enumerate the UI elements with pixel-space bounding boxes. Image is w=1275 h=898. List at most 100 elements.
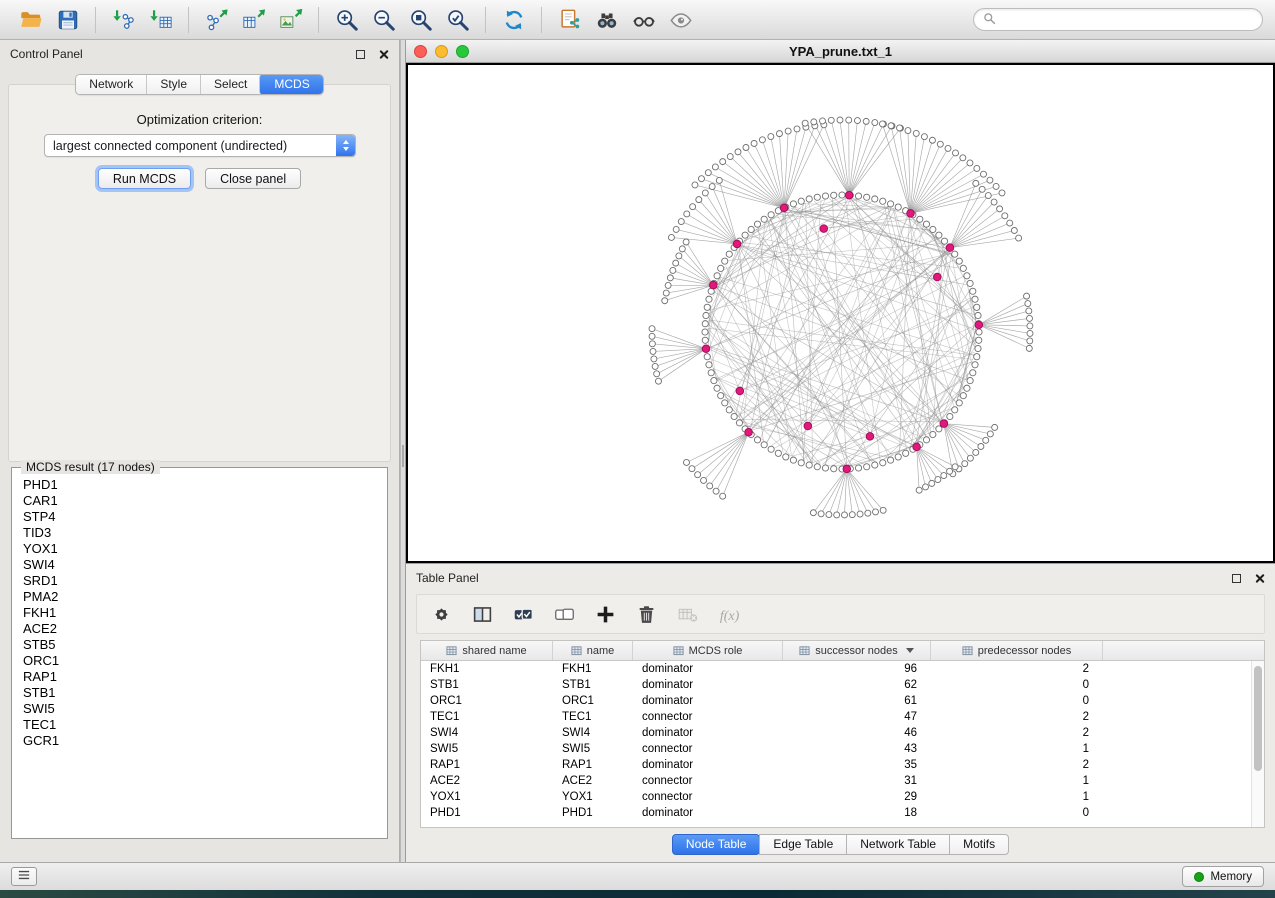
table-row[interactable]: ACE2ACE2connector311 [421, 773, 1251, 789]
tab-network[interactable]: Network [76, 75, 146, 94]
criterion-dropdown[interactable]: largest connected component (undirected) [44, 134, 356, 157]
column-menu-caret-icon[interactable] [906, 648, 914, 653]
cell-successor-nodes: 61 [783, 695, 931, 707]
close-panel-button[interactable]: Close panel [205, 168, 301, 189]
window-maximize-dot[interactable] [456, 45, 469, 58]
cell-MCDS-role: dominator [633, 663, 783, 675]
scrollbar-thumb[interactable] [1254, 666, 1262, 771]
result-node-item[interactable]: TID3 [23, 525, 387, 541]
tab-network-table[interactable]: Network Table [846, 834, 950, 855]
select-all-button[interactable] [513, 604, 534, 625]
result-node-item[interactable]: SWI5 [23, 701, 387, 717]
zoom-fit-button[interactable] [402, 4, 439, 36]
hide-details-button[interactable] [625, 4, 662, 36]
table-row[interactable]: TEC1TEC1connector472 [421, 709, 1251, 725]
result-node-item[interactable]: PHD1 [23, 477, 387, 493]
unselect-all-button[interactable] [554, 604, 575, 625]
find-button[interactable] [588, 4, 625, 36]
delete-row-icon [636, 604, 657, 625]
export-table-button[interactable] [235, 4, 272, 36]
show-columns-icon [472, 604, 493, 625]
column-label: name [587, 645, 615, 657]
result-node-item[interactable]: ACE2 [23, 621, 387, 637]
cell-successor-nodes: 18 [783, 807, 931, 819]
table-row[interactable]: SWI5SWI5connector431 [421, 741, 1251, 757]
network-canvas[interactable] [406, 63, 1275, 563]
run-mcds-button[interactable]: Run MCDS [98, 168, 191, 189]
result-node-item[interactable]: CAR1 [23, 493, 387, 509]
table-row[interactable]: STB1STB1dominator620 [421, 677, 1251, 693]
table-row[interactable]: FKH1FKH1dominator962 [421, 661, 1251, 677]
float-table-panel-icon[interactable] [1232, 574, 1241, 583]
task-list-button[interactable] [11, 867, 37, 886]
tab-style[interactable]: Style [146, 75, 200, 94]
tab-select[interactable]: Select [200, 75, 260, 94]
cell-name: FKH1 [553, 663, 633, 675]
result-node-item[interactable]: PMA2 [23, 589, 387, 605]
result-node-item[interactable]: STB1 [23, 685, 387, 701]
refresh-button[interactable] [495, 4, 532, 36]
toolbar-button-groups [12, 4, 699, 36]
result-node-item[interactable]: YOX1 [23, 541, 387, 557]
export-image-button[interactable] [272, 4, 309, 36]
zoom-selected-button[interactable] [439, 4, 476, 36]
export-network-button[interactable] [198, 4, 235, 36]
add-row-button[interactable] [595, 604, 616, 625]
result-node-item[interactable]: RAP1 [23, 669, 387, 685]
window-close-dot[interactable] [414, 45, 427, 58]
column-label: successor nodes [815, 645, 898, 657]
settings-gear-button[interactable] [431, 604, 452, 625]
tab-node-table[interactable]: Node Table [672, 834, 761, 855]
table-row[interactable]: YOX1YOX1connector291 [421, 789, 1251, 805]
node-table: shared name name MCDS role successor nodes p… [420, 640, 1265, 828]
delete-table-button[interactable] [677, 604, 698, 625]
open-folder-button[interactable] [12, 4, 49, 36]
zoom-in-button[interactable] [328, 4, 365, 36]
tab-mcds[interactable]: MCDS [259, 74, 323, 95]
table-row[interactable]: ORC1ORC1dominator610 [421, 693, 1251, 709]
result-node-item[interactable]: FKH1 [23, 605, 387, 621]
tab-edge-table[interactable]: Edge Table [759, 834, 847, 855]
column-header-predecessor-nodes[interactable]: predecessor nodes [931, 641, 1103, 660]
cell-shared-name: PHD1 [421, 807, 553, 819]
cell-shared-name: RAP1 [421, 759, 553, 771]
table-row[interactable]: RAP1RAP1dominator352 [421, 757, 1251, 773]
save-button[interactable] [49, 4, 86, 36]
import-table-button[interactable] [142, 4, 179, 36]
import-network-button[interactable] [105, 4, 142, 36]
toolbar-group [105, 4, 179, 36]
share-document-button[interactable] [551, 4, 588, 36]
delete-table-icon [677, 604, 698, 625]
zoom-out-button[interactable] [365, 4, 402, 36]
splitter-grip-icon [402, 445, 404, 467]
table-row[interactable]: PHD1PHD1dominator180 [421, 805, 1251, 821]
column-header-shared-name[interactable]: shared name [421, 641, 553, 660]
column-header-successor-nodes[interactable]: successor nodes [783, 641, 931, 660]
show-details-button[interactable] [662, 4, 699, 36]
result-node-item[interactable]: GCR1 [23, 733, 387, 749]
column-label: predecessor nodes [978, 645, 1072, 657]
result-node-item[interactable]: ORC1 [23, 653, 387, 669]
result-node-item[interactable]: SRD1 [23, 573, 387, 589]
window-minimize-dot[interactable] [435, 45, 448, 58]
table-scrollbar[interactable] [1251, 661, 1264, 827]
column-header-MCDS-role[interactable]: MCDS role [633, 641, 783, 660]
result-node-item[interactable]: TEC1 [23, 717, 387, 733]
global-search[interactable] [973, 8, 1263, 31]
table-row[interactable]: SWI4SWI4dominator462 [421, 725, 1251, 741]
search-input[interactable] [1001, 13, 1253, 27]
function-builder-button[interactable]: f(x) [718, 604, 748, 625]
close-panel-icon[interactable] [378, 49, 389, 60]
result-node-item[interactable]: STB5 [23, 637, 387, 653]
memory-button[interactable]: Memory [1182, 866, 1264, 887]
result-node-item[interactable]: STP4 [23, 509, 387, 525]
hide-details-icon [632, 8, 656, 32]
show-columns-button[interactable] [472, 604, 493, 625]
float-panel-icon[interactable] [356, 50, 365, 59]
cell-MCDS-role: connector [633, 791, 783, 803]
close-table-panel-icon[interactable] [1254, 573, 1265, 584]
result-node-item[interactable]: SWI4 [23, 557, 387, 573]
tab-motifs[interactable]: Motifs [949, 834, 1009, 855]
delete-row-button[interactable] [636, 604, 657, 625]
column-header-name[interactable]: name [553, 641, 633, 660]
